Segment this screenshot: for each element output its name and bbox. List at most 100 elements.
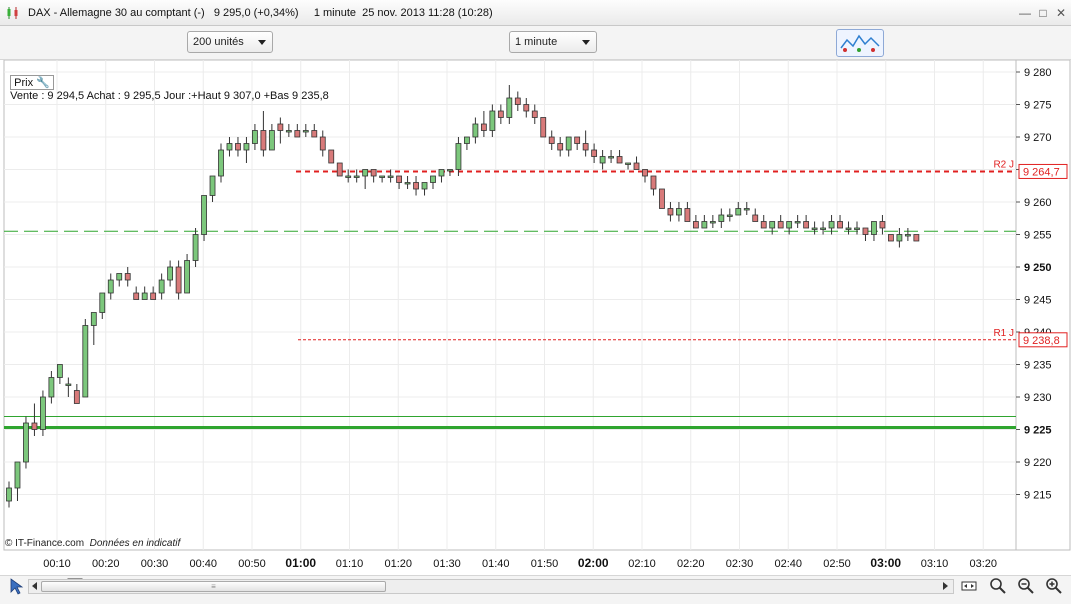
candle[interactable] xyxy=(252,130,258,144)
scroll-right-icon[interactable] xyxy=(943,582,948,590)
prix-button[interactable]: Prix 🔧 xyxy=(10,75,54,90)
close-icon[interactable]: ✕ xyxy=(1054,6,1068,20)
candle[interactable] xyxy=(56,364,63,378)
candle[interactable] xyxy=(133,292,140,300)
candle[interactable] xyxy=(786,221,793,229)
candle[interactable] xyxy=(523,104,530,112)
candle[interactable] xyxy=(124,273,131,281)
fit-icon[interactable] xyxy=(960,577,978,595)
interval-select[interactable]: 1 minute xyxy=(509,31,597,53)
candle[interactable] xyxy=(591,149,598,157)
candle[interactable] xyxy=(506,97,513,118)
candle[interactable] xyxy=(302,130,309,133)
zoom-in-icon[interactable] xyxy=(1045,577,1063,595)
candle[interactable] xyxy=(387,175,394,178)
candle[interactable] xyxy=(845,227,852,230)
candle[interactable] xyxy=(879,221,886,229)
candle[interactable] xyxy=(430,175,436,183)
price-chart[interactable]: 00:10 00:20 00:30 00:40 00:50 01:00 01:10 01:20… xyxy=(0,59,1071,575)
candle[interactable] xyxy=(150,292,157,300)
candle[interactable] xyxy=(413,182,419,190)
candle[interactable] xyxy=(743,208,750,211)
candle[interactable] xyxy=(455,143,462,170)
candle[interactable] xyxy=(107,279,114,294)
candle[interactable] xyxy=(82,325,89,398)
candle[interactable] xyxy=(141,292,148,300)
candle[interactable] xyxy=(659,188,665,209)
candle[interactable] xyxy=(396,175,402,183)
candle[interactable] xyxy=(201,195,207,235)
candle[interactable] xyxy=(353,175,360,178)
candle[interactable] xyxy=(574,136,581,144)
scroll-left-icon[interactable] xyxy=(32,582,37,590)
candle[interactable] xyxy=(794,221,801,224)
candle[interactable] xyxy=(497,110,504,118)
units-select[interactable]: 200 unités xyxy=(187,31,273,53)
candle[interactable] xyxy=(90,312,97,326)
candle[interactable] xyxy=(345,175,352,178)
candle[interactable] xyxy=(896,234,903,242)
candle[interactable] xyxy=(820,227,826,230)
candle[interactable] xyxy=(73,390,80,404)
candle[interactable] xyxy=(268,130,275,151)
candle[interactable] xyxy=(565,136,572,151)
candle[interactable] xyxy=(218,149,224,177)
candle[interactable] xyxy=(718,214,725,222)
candle[interactable] xyxy=(464,136,470,144)
candle[interactable] xyxy=(23,422,29,463)
candle[interactable] xyxy=(489,110,496,131)
candle[interactable] xyxy=(871,221,877,235)
candle[interactable] xyxy=(650,175,657,190)
candle[interactable] xyxy=(370,169,377,177)
candle[interactable] xyxy=(676,208,682,216)
candle[interactable] xyxy=(854,227,860,230)
candle[interactable] xyxy=(726,214,733,217)
candle[interactable] xyxy=(209,175,216,196)
candle[interactable] xyxy=(65,383,72,386)
candle[interactable] xyxy=(684,208,691,222)
candle[interactable] xyxy=(752,214,759,222)
candle[interactable] xyxy=(14,461,21,489)
candle[interactable] xyxy=(48,377,55,398)
candle[interactable] xyxy=(480,123,487,131)
cursor-icon[interactable] xyxy=(8,577,26,595)
candle[interactable] xyxy=(608,156,614,159)
candle[interactable] xyxy=(167,266,174,281)
candle[interactable] xyxy=(319,136,326,151)
candle[interactable] xyxy=(277,123,284,131)
candle[interactable] xyxy=(667,208,674,216)
candle[interactable] xyxy=(447,169,453,172)
maximize-icon[interactable]: □ xyxy=(1036,6,1050,20)
zoom-fit-icon[interactable] xyxy=(989,577,1007,595)
candle[interactable] xyxy=(760,221,767,229)
candle[interactable] xyxy=(243,143,250,151)
candle[interactable] xyxy=(904,234,911,237)
zoom-out-icon[interactable] xyxy=(1017,577,1035,595)
candle[interactable] xyxy=(192,234,199,261)
candle[interactable] xyxy=(837,221,843,229)
candle[interactable] xyxy=(379,175,386,178)
candle[interactable] xyxy=(599,156,606,164)
candle[interactable] xyxy=(913,234,920,242)
candle[interactable] xyxy=(777,221,784,229)
candle[interactable] xyxy=(336,162,343,177)
candle[interactable] xyxy=(735,208,742,216)
candle[interactable] xyxy=(294,130,301,138)
candle[interactable] xyxy=(582,143,589,151)
candle[interactable] xyxy=(709,221,716,224)
candle[interactable] xyxy=(328,149,335,164)
candle[interactable] xyxy=(540,117,547,138)
candle[interactable] xyxy=(175,266,182,294)
minimize-icon[interactable]: ― xyxy=(1018,6,1032,20)
candle[interactable] xyxy=(769,221,776,229)
candle[interactable] xyxy=(514,97,521,105)
candle[interactable] xyxy=(226,143,233,151)
candle[interactable] xyxy=(701,221,708,229)
candle[interactable] xyxy=(548,136,555,144)
candle[interactable] xyxy=(616,156,623,164)
candle[interactable] xyxy=(311,130,318,138)
candle[interactable] xyxy=(404,182,411,185)
candle[interactable] xyxy=(438,169,445,177)
candle[interactable] xyxy=(692,221,699,229)
scroll-thumb[interactable]: ≡ xyxy=(41,581,386,592)
